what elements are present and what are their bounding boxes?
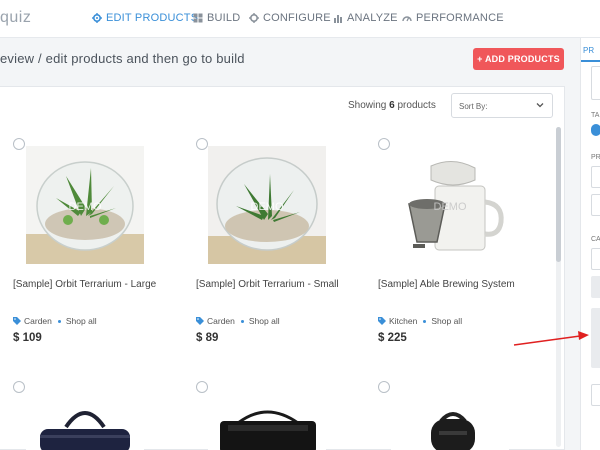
bar-chart-icon (334, 15, 342, 23)
tab-performance[interactable]: PERFORMANCE (402, 12, 504, 24)
shop-all-link[interactable]: Shop all (249, 316, 280, 326)
separator-dot (57, 319, 61, 323)
add-products-button[interactable]: + ADD PRODUCTS (473, 48, 564, 70)
page-title: eview / edit products and then go to bui… (0, 51, 245, 66)
product-name[interactable]: [Sample] Orbit Terrarium - Small (196, 278, 346, 292)
showing-number: 6 (389, 100, 395, 111)
tab-build-label: BUILD (207, 12, 241, 24)
showing-prefix: Showing (348, 100, 387, 111)
product-price: $ 89 (196, 332, 219, 344)
product-image: DEMO (26, 146, 144, 264)
grid-icon (193, 13, 203, 23)
sidebar-label: CA (591, 236, 600, 243)
sort-by-label: Sort By: (459, 102, 488, 111)
sidebar-input[interactable] (591, 166, 600, 188)
select-radio[interactable] (13, 381, 25, 393)
select-radio[interactable] (378, 138, 390, 150)
product-meta: Kitchen Shop all (378, 316, 462, 326)
product-meta: Carden Shop all (196, 316, 280, 326)
tag-icon (13, 317, 21, 325)
separator-dot (423, 319, 427, 323)
product-image-backpack (391, 399, 509, 450)
product-meta: Carden Shop all (13, 316, 97, 326)
product-category[interactable]: Carden (207, 316, 235, 326)
product-image-messenger-bag (208, 399, 326, 450)
select-radio[interactable] (13, 138, 25, 150)
product-category[interactable]: Carden (24, 316, 52, 326)
sidebar-tab[interactable]: PR (583, 46, 594, 55)
sidebar-select[interactable] (591, 248, 600, 270)
sidebar-field[interactable] (591, 276, 600, 298)
chevron-down-icon (536, 103, 544, 108)
main-area: eview / edit products and then go to bui… (0, 38, 580, 450)
tab-configure-label: CONFIGURE (263, 12, 331, 24)
product-price: $ 225 (378, 332, 407, 344)
sidebar-tab-underline (581, 60, 600, 62)
product-image-duffel-bag (26, 399, 144, 450)
shop-all-link[interactable]: Shop all (66, 316, 97, 326)
sidebar-input[interactable] (591, 384, 600, 406)
tag-icon (378, 317, 386, 325)
products-panel: Showing 6 products Sort By: DEMO [Sample… (0, 86, 565, 450)
right-sidebar: PR TA PR CA (580, 38, 600, 450)
brand-logo: quiz (0, 9, 32, 26)
demo-watermark: DEMO (69, 201, 102, 213)
tab-analyze[interactable]: ANALYZE (333, 12, 398, 24)
product-name[interactable]: [Sample] Orbit Terrarium - Large (13, 278, 163, 292)
tag-icon (196, 317, 204, 325)
product-image: DEMO (391, 146, 509, 264)
product-category[interactable]: Kitchen (389, 316, 417, 326)
tab-build[interactable]: BUILD (193, 12, 240, 24)
sidebar-toggle[interactable] (591, 124, 600, 136)
sidebar-highlighted-field[interactable] (591, 308, 600, 368)
tab-analyze-label: ANALYZE (347, 12, 398, 24)
top-nav: quiz EDIT PRODUCTS BUILD CONFIGURE ANALY… (0, 0, 600, 38)
scrollbar-thumb[interactable] (556, 127, 561, 262)
sidebar-input[interactable] (591, 194, 600, 216)
demo-watermark: DEMO (434, 201, 467, 213)
tab-configure[interactable]: CONFIGURE (249, 12, 331, 24)
tab-performance-label: PERFORMANCE (416, 12, 504, 24)
shop-all-link[interactable]: Shop all (431, 316, 462, 326)
scrollbar[interactable] (556, 127, 561, 447)
product-image: DEMO (208, 146, 326, 264)
tab-edit-products[interactable]: EDIT PRODUCTS (92, 12, 198, 24)
sidebar-label: TA (591, 112, 600, 119)
product-name[interactable]: [Sample] Able Brewing System (378, 278, 528, 292)
showing-suffix: products (397, 100, 436, 111)
product-price: $ 109 (13, 332, 42, 344)
separator-dot (240, 319, 244, 323)
gauge-icon (402, 16, 412, 22)
demo-watermark: DEMO (251, 201, 284, 213)
select-radio[interactable] (196, 138, 208, 150)
sidebar-label: PR (591, 154, 600, 161)
showing-count: Showing 6 products (348, 100, 436, 111)
tab-edit-products-label: EDIT PRODUCTS (106, 12, 199, 24)
sort-by-select[interactable]: Sort By: (451, 93, 553, 118)
cog-icon (249, 13, 259, 23)
gear-icon (92, 13, 102, 23)
select-radio[interactable] (196, 381, 208, 393)
sidebar-image-preview[interactable] (591, 66, 600, 100)
select-radio[interactable] (378, 381, 390, 393)
